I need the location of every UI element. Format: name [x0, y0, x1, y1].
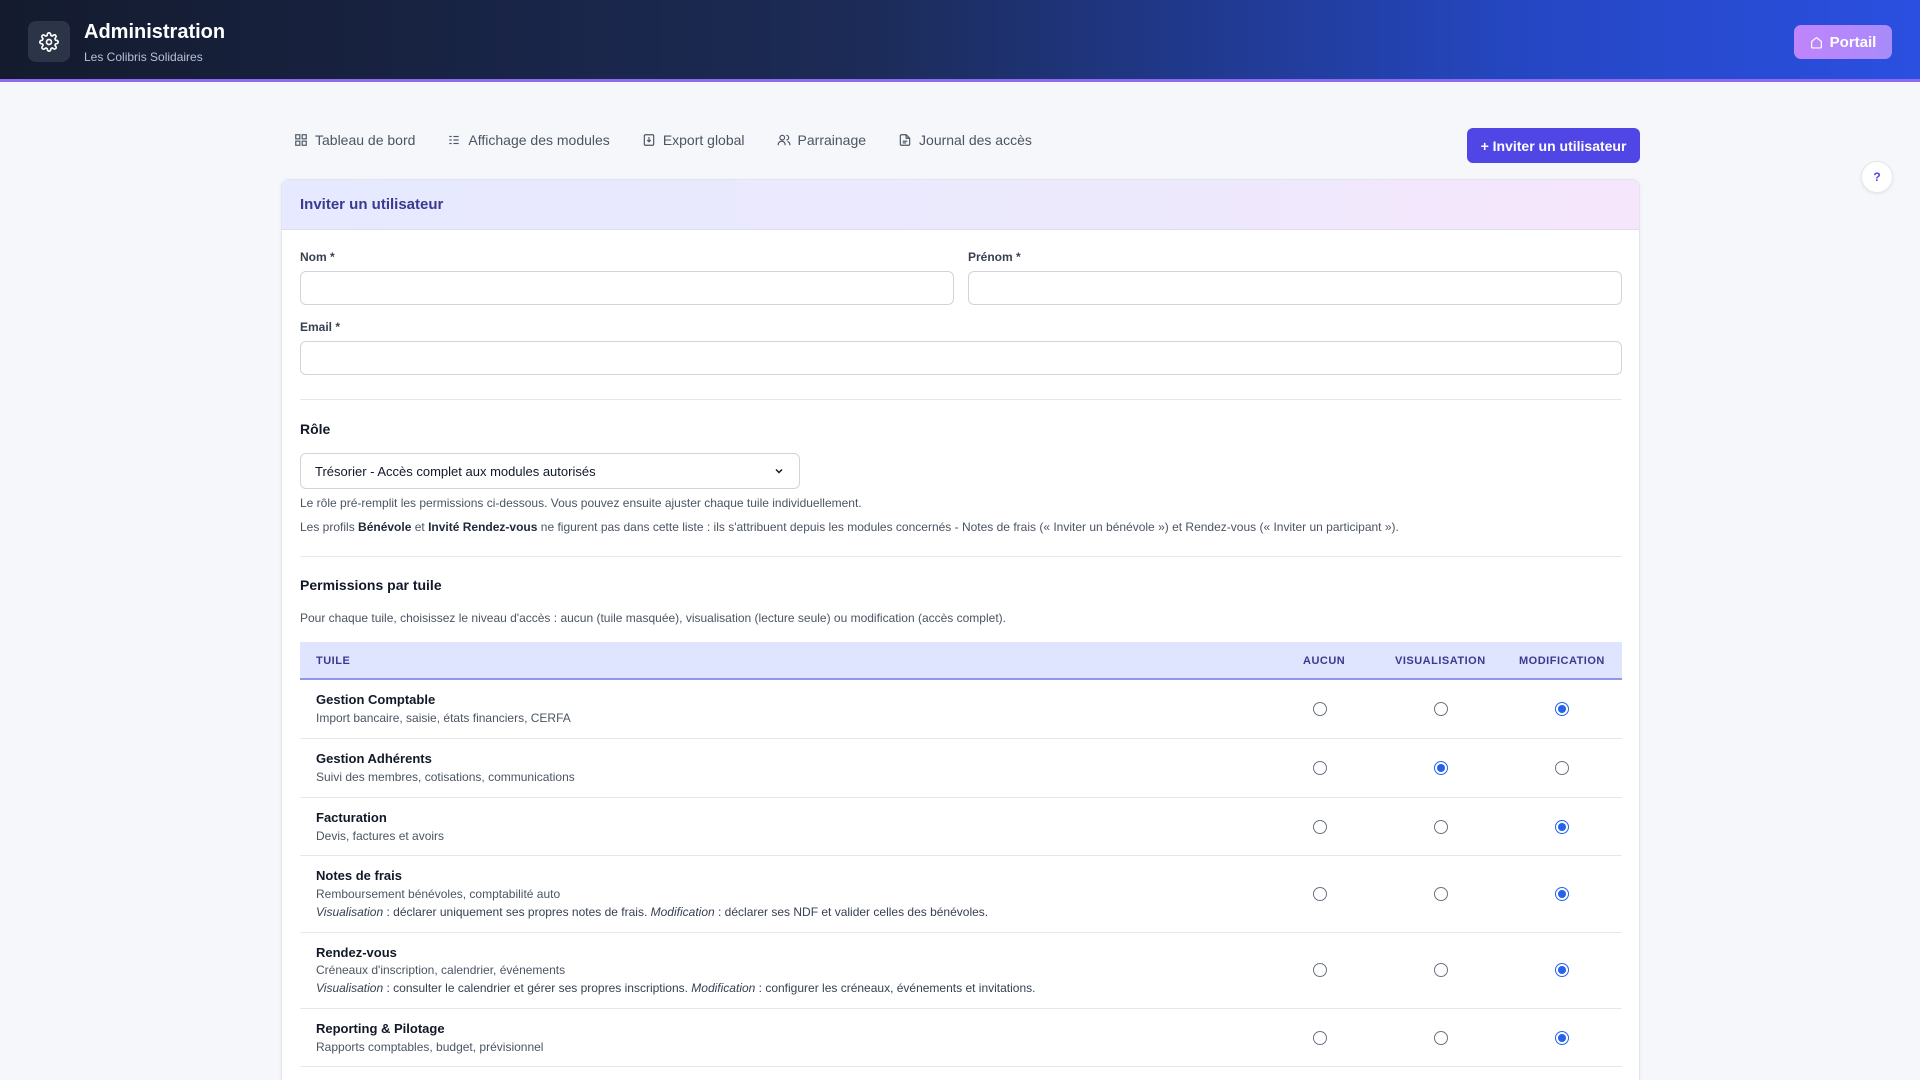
- portal-button-label: Portail: [1829, 33, 1877, 51]
- app-header: Administration Les Colibris Solidaires P…: [0, 0, 1920, 82]
- tile-description: Import bancaire, saisie, états financier…: [316, 711, 571, 725]
- organization-name: Les Colibris Solidaires: [84, 50, 203, 64]
- home-icon: [1810, 36, 1822, 49]
- card-title: Inviter un utilisateur: [300, 196, 444, 213]
- tile-permission-note: Visualisation : consulter le calendrier …: [316, 981, 1036, 995]
- radio-none[interactable]: [1313, 887, 1327, 901]
- permissions-section-title: Permissions par tuile: [300, 577, 442, 593]
- email-label: Email *: [300, 320, 341, 334]
- email-input[interactable]: [300, 341, 1622, 375]
- nom-input[interactable]: [300, 271, 954, 305]
- permissions-hint: Pour chaque tuile, choisissez le niveau …: [300, 611, 1006, 625]
- table-row: Notes de frais Remboursement bénévoles, …: [300, 856, 1622, 933]
- role-selected-value: Trésorier - Accès complet aux modules au…: [315, 463, 596, 479]
- radio-none[interactable]: [1313, 963, 1327, 977]
- app-title: Administration: [84, 21, 226, 43]
- radio-edit[interactable]: [1555, 702, 1569, 716]
- tile-name: Gestion Adhérents: [316, 751, 432, 766]
- radio-edit[interactable]: [1555, 963, 1569, 977]
- tile-description: Devis, factures et avoirs: [316, 829, 445, 843]
- invite-user-button[interactable]: + Inviter un utilisateur: [1467, 128, 1640, 163]
- radio-view[interactable]: [1434, 761, 1448, 775]
- tile-description: Remboursement bénévoles, comptabilité au…: [316, 887, 561, 901]
- divider: [300, 399, 1622, 400]
- nav-label: Parrainage: [797, 132, 867, 148]
- radio-edit[interactable]: [1555, 887, 1569, 901]
- table-row: Facturation Devis, factures et avoirs: [300, 798, 1622, 856]
- radio-none[interactable]: [1313, 1031, 1327, 1045]
- column-header-tile: TUILE: [316, 655, 351, 667]
- prenom-input[interactable]: [968, 271, 1622, 305]
- column-header-view: VISUALISATION: [1395, 655, 1486, 667]
- nav-label: Export global: [662, 132, 745, 148]
- nav-global-export[interactable]: Export global: [642, 132, 745, 148]
- prenom-label: Prénom *: [968, 250, 1021, 264]
- nav-modules-display[interactable]: Affichage des modules: [447, 132, 610, 148]
- tile-name: Notes de frais: [316, 868, 402, 883]
- role-hint: Le rôle pré-remplit les permissions ci-d…: [300, 496, 862, 510]
- radio-view[interactable]: [1434, 1031, 1448, 1045]
- nav-label: Tableau de bord: [315, 132, 416, 148]
- tile-name: Reporting & Pilotage: [316, 1021, 445, 1036]
- tile-description: Créneaux d'inscription, calendrier, évén…: [316, 963, 566, 977]
- nav-label: Affichage des modules: [468, 132, 610, 148]
- table-row: Gestion Adhérents Suivi des membres, cot…: [300, 739, 1622, 798]
- tile-name: Facturation: [316, 810, 387, 825]
- role-section-title: Rôle: [300, 421, 331, 437]
- portal-button[interactable]: Portail: [1794, 25, 1892, 59]
- table-row: Gestion Comptable Import bancaire, saisi…: [300, 680, 1622, 739]
- role-select[interactable]: Trésorier - Accès complet aux modules au…: [300, 453, 800, 489]
- permissions-table: TUILE AUCUN VISUALISATION MODIFICATION G…: [300, 642, 1622, 1067]
- tile-description: Suivi des membres, cotisations, communic…: [316, 770, 575, 784]
- radio-view[interactable]: [1434, 887, 1448, 901]
- invite-user-card: Inviter un utilisateur Nom * Prénom * Em…: [281, 179, 1640, 1080]
- users-icon: [777, 134, 790, 146]
- nav-access-log[interactable]: Journal des accès: [898, 132, 1032, 148]
- radio-view[interactable]: [1434, 963, 1448, 977]
- help-button[interactable]: ?: [1861, 161, 1893, 193]
- dashboard-icon: [295, 134, 307, 146]
- chevron-down-icon: [775, 468, 783, 474]
- radio-view[interactable]: [1434, 820, 1448, 834]
- nom-label: Nom *: [300, 250, 335, 264]
- tile-name: Rendez-vous: [316, 945, 397, 960]
- tile-description: Rapports comptables, budget, prévisionne…: [316, 1040, 544, 1054]
- table-row: Rendez-vous Créneaux d'inscription, cale…: [300, 933, 1622, 1009]
- nav-label: Journal des accès: [919, 132, 1032, 148]
- table-header: TUILE AUCUN VISUALISATION MODIFICATION: [300, 642, 1622, 680]
- column-header-none: AUCUN: [1303, 655, 1346, 667]
- radio-edit[interactable]: [1555, 1031, 1569, 1045]
- radio-none[interactable]: [1313, 820, 1327, 834]
- admin-nav: Tableau de bord Affichage des modules Ex…: [294, 132, 1032, 148]
- document-icon: [899, 134, 911, 146]
- card-header: Inviter un utilisateur: [282, 180, 1639, 230]
- gear-icon: [28, 21, 70, 62]
- radio-edit[interactable]: [1555, 761, 1569, 775]
- role-profiles-hint: Les profils Bénévole et Invité Rendez-vo…: [300, 520, 1399, 534]
- export-icon: [643, 134, 655, 146]
- list-icon: [449, 135, 460, 145]
- radio-edit[interactable]: [1555, 820, 1569, 834]
- table-row: Reporting & Pilotage Rapports comptables…: [300, 1009, 1622, 1067]
- column-header-edit: MODIFICATION: [1519, 655, 1605, 667]
- nav-dashboard[interactable]: Tableau de bord: [294, 132, 415, 148]
- radio-none[interactable]: [1313, 761, 1327, 775]
- tile-permission-note: Visualisation : déclarer uniquement ses …: [316, 905, 989, 919]
- radio-view[interactable]: [1434, 702, 1448, 716]
- radio-none[interactable]: [1313, 702, 1327, 716]
- tile-name: Gestion Comptable: [316, 692, 436, 707]
- nav-sponsorship[interactable]: Parrainage: [777, 132, 867, 148]
- divider: [300, 556, 1622, 557]
